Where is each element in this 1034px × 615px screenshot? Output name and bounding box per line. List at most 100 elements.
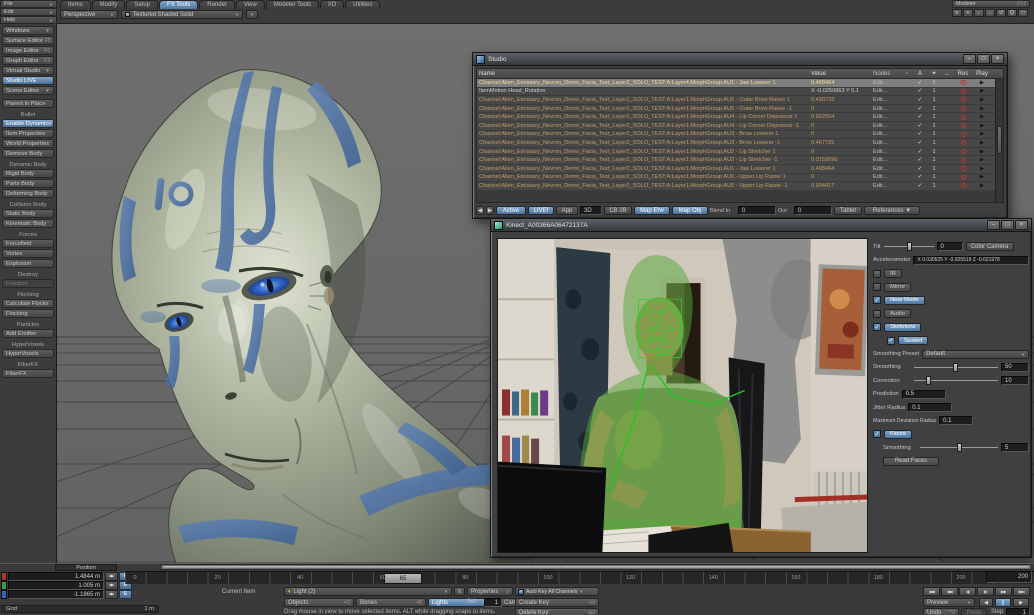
minimize-button[interactable]: –	[987, 220, 1000, 230]
scrollbar-thumb[interactable]	[997, 126, 1002, 154]
tab-setup[interactable]: Setup	[126, 0, 158, 9]
orbit-icon[interactable]: ↔	[985, 9, 995, 17]
column-nodes[interactable]: Nodes	[873, 71, 901, 77]
studio-footer-map-obj[interactable]: Map Obj	[672, 206, 708, 215]
read-faces-button[interactable]: Read Faces	[883, 457, 939, 466]
play-toggle[interactable]: ▶	[973, 131, 991, 137]
tab-i-o[interactable]: I/O	[320, 0, 344, 9]
play-toggle[interactable]: ▶	[973, 80, 991, 86]
nodes-edit-button[interactable]: Edit...	[873, 157, 901, 163]
kinect-video-feed[interactable]	[497, 238, 868, 553]
channel-value[interactable]: 0.498464	[811, 166, 873, 172]
channel-row[interactable]: Channel:Alien_Emissary_Nevron_Demo_Facia…	[477, 105, 1003, 114]
end-frame-field[interactable]: 200	[986, 571, 1032, 583]
table-scrollbar[interactable]	[995, 79, 1003, 202]
viewport-mode-dropdown[interactable]: Perspective ▼	[60, 10, 118, 19]
channel-value[interactable]: 0.430733	[811, 97, 873, 103]
channel-value[interactable]: 0.922554	[811, 114, 873, 120]
checkbox-seated[interactable]: ✓	[887, 337, 895, 345]
rotate-icon[interactable]: ↺	[996, 9, 1006, 17]
channel-value[interactable]: 0.904417	[811, 183, 873, 189]
studio-footer-[interactable]: ▶	[486, 206, 494, 215]
active-check[interactable]: ✓	[913, 123, 927, 129]
prev-key-button[interactable]: ◀◀	[941, 587, 958, 596]
prev-frame-button[interactable]: ◀|	[959, 587, 976, 596]
auto-key-checkbox[interactable]: ✓	[518, 589, 524, 595]
channel-value[interactable]: 0	[811, 123, 873, 129]
play-toggle[interactable]: ▶	[973, 106, 991, 112]
sidebar-item-surface-editor[interactable]: Surface EditorF5	[2, 36, 54, 45]
active-check[interactable]: ✓	[913, 131, 927, 137]
position-z-field[interactable]: -1.1865 m	[8, 590, 104, 599]
sidebar-item-kinematic-body[interactable]: Kinematic Body	[2, 219, 54, 228]
channel-row[interactable]: Channel:Alien_Emissary_Nevron_Demo_Facia…	[477, 139, 1003, 148]
alien-head-model[interactable]	[112, 70, 532, 563]
toggle-near-mode[interactable]: Near Mode	[884, 296, 925, 305]
tab-view[interactable]: View	[236, 0, 265, 9]
auto-key-toggle[interactable]: ✓ Auto Key All Channels ▼	[515, 587, 599, 596]
nodes-edit-button[interactable]: Edit...	[873, 106, 901, 112]
position-tab[interactable]: Position	[55, 564, 117, 571]
active-check[interactable]: ✓	[913, 114, 927, 120]
checkbox-ir[interactable]	[873, 270, 881, 278]
edit-menu[interactable]: Edit ▼	[0, 8, 57, 16]
sidebar-item-windows[interactable]: Windows▼	[2, 26, 54, 35]
sidebar-item-rigid-body[interactable]: Rigid Body	[2, 169, 54, 178]
undo-button[interactable]: Undo ^Z	[923, 608, 959, 615]
channel-row[interactable]: Channel:Alien_Emissary_Nevron_Demo_Facia…	[477, 174, 1003, 183]
modeler-button[interactable]: Modeler F12	[952, 0, 1030, 8]
preview-dropdown[interactable]: Preview ▼	[923, 598, 975, 607]
y-nudge-stepper[interactable]: ◀▶	[105, 581, 118, 590]
nodes-edit-button[interactable]: Edit...	[873, 80, 901, 86]
column-rec[interactable]: Rec	[953, 71, 973, 77]
play-toggle[interactable]: ▶	[973, 114, 991, 120]
channel-row[interactable]: Channel:Alien_Emissary_Nevron_Demo_Facia…	[477, 96, 1003, 105]
studio-footer-active[interactable]: Active	[496, 206, 526, 215]
properties-button[interactable]: Properties p	[467, 587, 513, 596]
record-toggle[interactable]	[953, 106, 973, 111]
studio-footer-cb-2b[interactable]: CB 2B	[604, 206, 632, 215]
play-toggle[interactable]: ▶	[973, 140, 991, 146]
next-frame-button[interactable]: |▶	[977, 587, 994, 596]
studio-footer-live[interactable]: LIVE!	[528, 206, 554, 215]
record-toggle[interactable]	[953, 149, 973, 154]
toggle-faces[interactable]: Faces	[884, 430, 912, 439]
delete-key-button[interactable]: Delete Key del	[515, 608, 599, 615]
sidebar-item-forcefield[interactable]: Forcefield	[2, 239, 54, 248]
z-nudge-stepper[interactable]: ◀▶	[105, 590, 118, 599]
sidebar-item-studio-live[interactable]: Studio LIVE	[2, 76, 54, 85]
tab-utilities[interactable]: Utilities	[345, 0, 380, 9]
play-toggle[interactable]: ▶	[973, 123, 991, 129]
record-toggle[interactable]	[953, 140, 973, 145]
tab-items[interactable]: Items	[60, 0, 91, 9]
go-end-button[interactable]: ▶▶|	[1013, 587, 1030, 596]
smoothing-slider-handle[interactable]	[953, 363, 958, 372]
timeline-ruler[interactable]: 65 020406080100120140160180200	[125, 571, 1034, 584]
studio-footer-references[interactable]: References ▼	[864, 206, 920, 215]
current-item-dropdown[interactable]: ▾ Light (2) ▼	[284, 587, 452, 596]
sidebar-item-image-editor[interactable]: Image EditorF6	[2, 46, 54, 55]
channel-row[interactable]: Channel:Alien_Emissary_Nevron_Demo_Facia…	[477, 165, 1003, 174]
column-name[interactable]: Name	[477, 71, 811, 77]
active-check[interactable]: ✓	[913, 183, 927, 189]
column-value[interactable]: Value	[811, 71, 873, 77]
channel-row[interactable]: Channel:Alien_Emissary_Nevron_Demo_Facia…	[477, 148, 1003, 157]
channel-row[interactable]: ItemMotion Head_RotationX -0.0250863 Y 0…	[477, 88, 1003, 97]
nodes-edit-button[interactable]: Edit...	[873, 88, 901, 94]
channel-value[interactable]: 0	[811, 131, 873, 137]
record-toggle[interactable]	[953, 175, 973, 180]
channel-row[interactable]: Channel:Alien_Emissary_Nevron_Demo_Facia…	[477, 113, 1003, 122]
channel-row[interactable]: Channel:Alien_Emissary_Nevron_Demo_Facia…	[477, 156, 1003, 165]
correction-slider-handle[interactable]	[926, 376, 931, 385]
sidebar-item-graph-editor[interactable]: Graph EditorF2	[2, 56, 54, 65]
channel-value[interactable]: 0	[811, 174, 873, 180]
frame-slider-handle[interactable]: 65	[384, 573, 422, 584]
timeline-scrollbar[interactable]	[160, 564, 1032, 570]
active-check[interactable]: ✓	[913, 140, 927, 146]
studio-footer-app[interactable]: App	[556, 206, 578, 215]
toggle-audio[interactable]: Audio	[884, 309, 911, 318]
toggle-ir[interactable]: IR	[884, 269, 902, 278]
active-check[interactable]: ✓	[913, 106, 927, 112]
play-toggle[interactable]: ▶	[973, 97, 991, 103]
nodes-edit-button[interactable]: Edit...	[873, 114, 901, 120]
